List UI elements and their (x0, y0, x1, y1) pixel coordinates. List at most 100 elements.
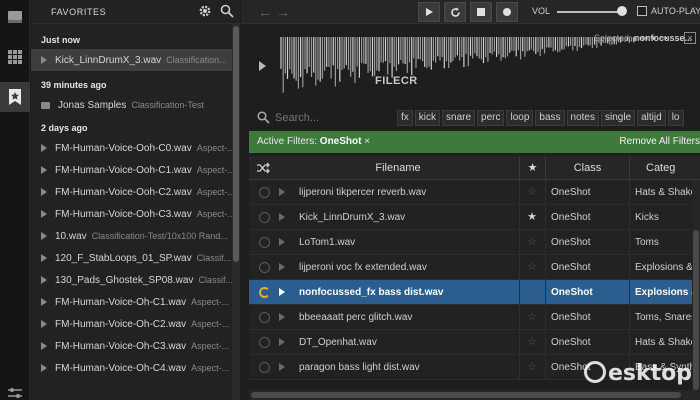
table-vertical-scrollbar[interactable] (692, 180, 700, 390)
waveform[interactable] (277, 37, 677, 97)
play-icon[interactable] (41, 210, 47, 218)
panel-scrollbar[interactable] (232, 24, 240, 400)
row-radio[interactable] (259, 362, 270, 373)
table-row[interactable]: nonfocussed_fx bass dist.wav ☆ OneShot Expl… (249, 280, 700, 305)
drive-icon[interactable] (0, 2, 30, 32)
play-button[interactable] (418, 2, 440, 22)
tag-chip[interactable]: bass (535, 110, 565, 126)
star-column-icon[interactable]: ★ (519, 156, 545, 180)
record-button[interactable] (496, 2, 518, 22)
favorite-star-icon[interactable]: ☆ (519, 305, 545, 330)
list-item[interactable]: 10.wav Classification-Test/10x100 Rand... (31, 225, 232, 247)
waveform-play-icon[interactable] (259, 61, 266, 71)
row-radio[interactable] (259, 262, 270, 273)
table-row[interactable]: Kick_LinnDrumX_3.wav ★ OneShot Kicks (249, 205, 700, 230)
play-icon[interactable] (41, 144, 47, 152)
scrollbar-thumb[interactable] (693, 230, 699, 390)
tag-chip[interactable]: perc (477, 110, 505, 126)
list-item[interactable]: FM-Human-Voice-Oh-C1.wav Aspect-... (31, 291, 232, 313)
play-icon[interactable] (279, 213, 285, 221)
list-item[interactable]: FM-Human-Voice-Oh-C3.wav Aspect-... (31, 335, 232, 357)
play-icon[interactable] (279, 263, 285, 271)
list-item[interactable]: Jonas Samples Classification-Test (31, 94, 232, 116)
list-item[interactable]: 120_F_StabLoops_01_SP.wav Classif... (31, 247, 232, 269)
play-icon[interactable] (41, 276, 47, 284)
volume-slider-knob[interactable] (617, 6, 627, 16)
list-item[interactable]: FM-Human-Voice-Ooh-C2.wav Aspect-... (31, 181, 232, 203)
stop-button[interactable] (470, 2, 492, 22)
favorite-star-icon[interactable]: ☆ (519, 230, 545, 255)
tag-chip[interactable]: loop (506, 110, 534, 126)
row-radio[interactable] (259, 237, 270, 248)
list-item[interactable]: FM-Human-Voice-Ooh-C1.wav Aspect-... (31, 159, 232, 181)
tag-chip[interactable]: notes (566, 110, 599, 126)
list-item[interactable]: FM-Human-Voice-Ooh-C0.wav Aspect-... (31, 137, 232, 159)
volume-slider[interactable] (557, 11, 621, 13)
tag-chip[interactable]: single (600, 110, 636, 126)
category-column-header[interactable]: Categ (629, 156, 700, 180)
table-row[interactable]: DT_Openhat.wav ☆ OneShot Hats & Shaker (249, 330, 700, 355)
table-row[interactable]: lijperoni voc fx extended.wav ☆ OneShot Exp… (249, 255, 700, 280)
table-horizontal-scrollbar[interactable] (249, 390, 700, 400)
row-radio[interactable] (259, 187, 270, 198)
search-input[interactable] (275, 109, 393, 127)
play-icon[interactable] (41, 232, 47, 240)
list-item[interactable]: FM-Human-Voice-Ooh-C3.wav Aspect-... (31, 203, 232, 225)
play-icon[interactable] (279, 363, 285, 371)
play-icon[interactable] (41, 254, 47, 262)
row-radio[interactable] (259, 287, 270, 298)
waveform-area[interactable]: Selected: nonfocusse... × FILECR (241, 25, 700, 105)
favorite-star-icon[interactable]: ★ (519, 205, 545, 230)
favorites-star-icon[interactable] (0, 82, 30, 112)
autoplay-checkbox[interactable] (637, 6, 647, 16)
play-icon[interactable] (279, 188, 285, 196)
play-icon[interactable] (41, 364, 47, 372)
remove-all-filters-button[interactable]: Remove All Filters (619, 136, 700, 147)
table-row[interactable]: bbeeaaatt perc glitch.wav ☆ OneShot Toms, S… (249, 305, 700, 330)
forward-arrow-icon[interactable]: → (275, 4, 291, 20)
list-item[interactable]: FM-Human-Voice-Oh-C2.wav Aspect-... (31, 313, 232, 335)
favorite-star-icon[interactable]: ☆ (519, 355, 545, 380)
tag-chip[interactable]: fx (397, 110, 413, 126)
shuffle-icon[interactable] (249, 156, 277, 180)
favorite-star-icon[interactable]: ☆ (519, 255, 545, 280)
back-arrow-icon[interactable]: ← (257, 4, 273, 20)
scrollbar-thumb[interactable] (251, 392, 681, 398)
filter-value[interactable]: OneShot (320, 136, 362, 147)
play-icon[interactable] (41, 298, 47, 306)
play-icon[interactable] (41, 166, 47, 174)
class-column-header[interactable]: Class (545, 156, 629, 180)
play-icon[interactable] (41, 342, 47, 350)
play-icon[interactable] (279, 313, 285, 321)
remove-filter-icon[interactable]: × (364, 136, 370, 147)
filename-column-header[interactable]: Filename (277, 156, 519, 180)
close-icon[interactable]: × (684, 32, 696, 44)
play-icon[interactable] (279, 288, 285, 296)
gear-icon[interactable] (198, 4, 212, 21)
play-icon[interactable] (41, 320, 47, 328)
row-radio[interactable] (259, 337, 270, 348)
list-item[interactable]: FM-Human-Voice-Oh-C4.wav Aspect-... (31, 357, 232, 379)
row-radio[interactable] (259, 212, 270, 223)
favorite-star-icon[interactable]: ☆ (519, 330, 545, 355)
sliders-icon[interactable] (0, 378, 30, 400)
tag-chip[interactable]: kick (414, 110, 441, 126)
play-icon[interactable] (41, 188, 47, 196)
grid-icon[interactable] (0, 42, 30, 72)
search-icon[interactable] (220, 4, 234, 21)
tag-chip[interactable]: lo (667, 110, 684, 126)
play-icon[interactable] (41, 56, 47, 64)
table-row[interactable]: lijperoni tikpercer reverb.wav ☆ OneShot Ha… (249, 180, 700, 205)
list-item[interactable]: 130_Pads_Ghostek_SP08.wav Classif... (31, 269, 232, 291)
play-icon[interactable] (279, 238, 285, 246)
table-row[interactable]: LoTom1.wav ☆ OneShot Toms (249, 230, 700, 255)
play-icon[interactable] (279, 338, 285, 346)
scrollbar-thumb[interactable] (233, 26, 239, 262)
repeat-button[interactable] (444, 2, 466, 22)
tag-chip[interactable]: altijd (637, 110, 666, 126)
row-radio[interactable] (259, 312, 270, 323)
tag-chip[interactable]: snare (442, 110, 476, 126)
favorite-star-icon[interactable]: ☆ (519, 180, 545, 205)
list-item[interactable]: Kick_LinnDrumX_3.wav Classification... (31, 49, 232, 71)
favorite-star-icon[interactable]: ☆ (519, 280, 545, 305)
